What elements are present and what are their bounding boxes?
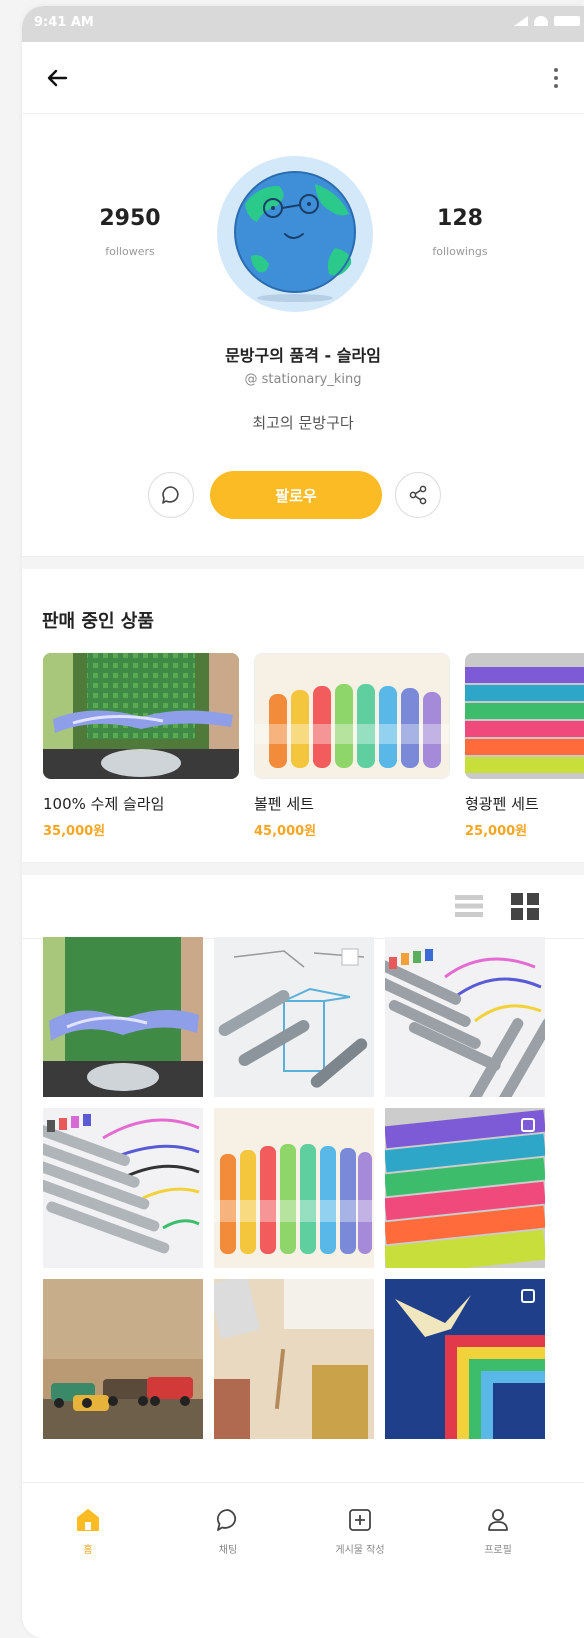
status-bar: 9:41 AM [22,6,584,42]
signal-icon [514,16,528,26]
products-section-title: 판매 중인 상품 [42,611,154,632]
followings-label: followings [432,245,488,258]
follow-button[interactable]: 팔로우 [210,471,382,519]
grid-view-button[interactable] [510,891,540,921]
nav-label-create-post: 게시물 작성 [335,1545,385,1556]
profile-handle: @ stationary_king [244,372,362,387]
grid-photo[interactable] [385,937,545,1097]
products-section: 판매 중인 상품 100% 수제 슬라임 35,000원 볼펜 세트 45,00… [22,569,584,863]
more-button[interactable] [548,62,564,94]
battery-icon [554,16,580,26]
feed-view-toolbar [22,875,584,939]
section-divider [22,863,584,875]
bottom-navigation: 홈 채팅 게시물 작성 프로필 [22,1482,584,1638]
home-icon [77,1509,99,1531]
followers-stat[interactable]: 2950 followers [60,206,200,258]
wifi-icon [534,16,548,26]
product-name: 볼펜 세트 [254,795,314,813]
status-icons [514,16,580,26]
grid-photo[interactable] [214,937,374,1097]
list-view-button[interactable] [454,891,484,921]
nav-item-create-post[interactable]: 게시물 작성 [300,1483,420,1563]
chat-bubble-icon [162,486,179,504]
phone-screen: 9:41 AM 2950 followers 128 followings 문방… [22,6,584,1638]
product-image-highlighters [465,653,584,779]
nav-item-chat[interactable]: 채팅 [168,1483,288,1563]
grid-photo[interactable] [214,1108,374,1268]
product-card[interactable]: 100% 수제 슬라임 35,000원 [43,653,239,839]
product-image-pens [254,653,450,779]
product-image-slime [43,653,239,779]
followings-stat[interactable]: 128 followings [390,206,530,258]
back-arrow-icon [47,69,68,87]
plus-square-icon [349,1509,371,1531]
product-price: 25,000원 [465,824,528,839]
multi-photo-icon [521,1289,535,1303]
product-name: 100% 수제 슬라임 [43,795,165,813]
photo-grid [43,937,584,1457]
nav-label-home: 홈 [83,1545,93,1556]
grid-photo[interactable] [214,1279,374,1439]
nav-label-chat: 채팅 [218,1545,238,1556]
nav-item-profile[interactable]: 프로필 [438,1483,558,1563]
followers-count: 2950 [99,206,161,231]
grid-photo[interactable] [385,1279,545,1439]
grid-photo[interactable] [43,1279,203,1439]
share-button[interactable] [395,472,441,518]
product-card[interactable]: 형광펜 세트 25,000원 [465,653,584,839]
product-price: 35,000원 [43,824,106,839]
followings-count: 128 [437,206,483,231]
grid-photo[interactable] [385,1108,545,1268]
back-button[interactable] [42,62,74,94]
followers-label: followers [105,245,155,258]
status-time: 9:41 AM [34,15,94,30]
grid-photo[interactable] [43,1108,203,1268]
nav-label-profile: 프로필 [484,1545,512,1556]
grid-photo[interactable] [43,937,203,1097]
avatar [217,156,373,312]
product-name: 형광펜 세트 [465,795,539,813]
user-icon [488,1509,508,1531]
section-divider [22,557,584,569]
profile-display-name: 문방구의 품격 - 슬라임 [225,346,381,365]
grid-view-icon [511,893,539,920]
profile-section: 2950 followers 128 followings 문방구의 품격 - … [22,114,584,557]
app-bar [22,42,584,114]
more-vertical-icon [554,68,558,88]
product-card[interactable]: 볼펜 세트 45,000원 [254,653,450,839]
multi-photo-icon [521,1118,535,1132]
nav-item-home[interactable]: 홈 [28,1483,148,1563]
list-view-icon [455,895,483,917]
share-icon [409,485,427,505]
profile-bio: 최고의 문방구다 [252,414,354,432]
message-button[interactable] [148,472,194,518]
product-price: 45,000원 [254,824,317,839]
earth-avatar-illustration [234,171,356,302]
chat-bubble-icon [216,1509,237,1531]
